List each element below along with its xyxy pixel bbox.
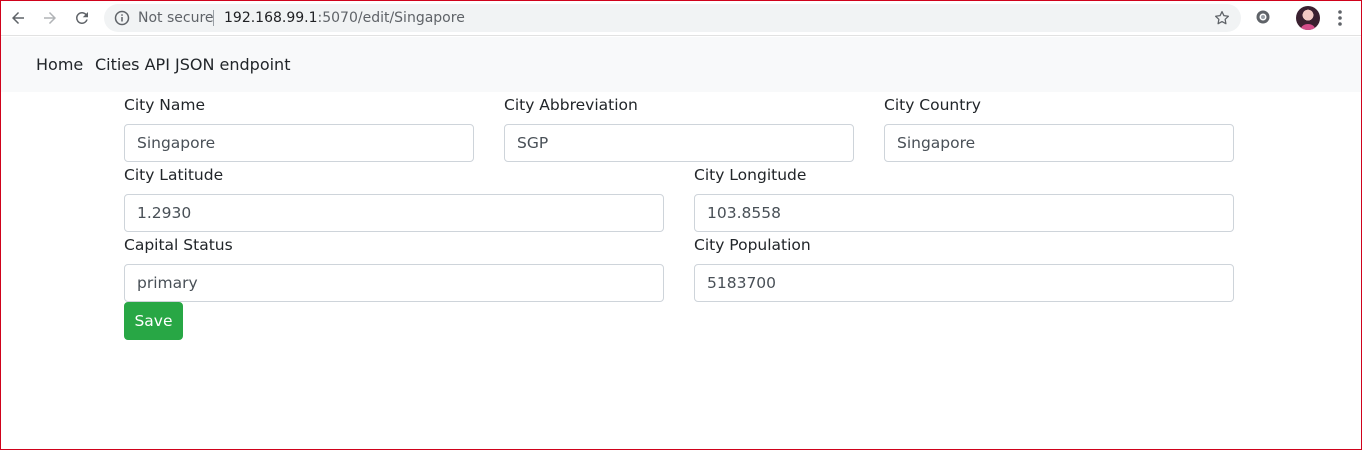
city-population-input[interactable] xyxy=(694,264,1234,302)
avatar[interactable] xyxy=(1296,6,1320,30)
url-host: 192.168.99.1 xyxy=(224,10,318,26)
address-bar[interactable]: Not secure 192.168.99.1:5070/edit/Singap… xyxy=(104,4,1241,32)
city-country-input[interactable] xyxy=(884,124,1234,162)
forward-arrow-icon[interactable] xyxy=(38,6,62,30)
info-icon[interactable] xyxy=(114,10,130,26)
nav-link-home[interactable]: Home xyxy=(36,55,83,75)
security-status-text: Not secure xyxy=(138,10,214,26)
capital-status-input[interactable] xyxy=(124,264,664,302)
save-button[interactable]: Save xyxy=(124,302,183,340)
reload-icon[interactable] xyxy=(70,6,94,30)
city-latitude-input[interactable] xyxy=(124,194,664,232)
url-text[interactable]: 192.168.99.1:5070/edit/Singapore xyxy=(224,10,465,26)
omnibox-divider xyxy=(213,10,214,26)
city-abbreviation-input[interactable] xyxy=(504,124,854,162)
city-longitude-input[interactable] xyxy=(694,194,1234,232)
extension-icon[interactable] xyxy=(1255,9,1271,25)
kebab-menu-icon[interactable] xyxy=(1332,8,1348,28)
city-longitude-label: City Longitude xyxy=(694,166,807,184)
capital-status-label: Capital Status xyxy=(124,236,233,254)
city-latitude-label: City Latitude xyxy=(124,166,224,184)
city-country-label: City Country xyxy=(884,96,981,114)
city-abbreviation-label: City Abbreviation xyxy=(504,96,638,114)
site-navbar: Home Cities API JSON endpoint xyxy=(0,37,1362,92)
browser-toolbar: Not secure 192.168.99.1:5070/edit/Singap… xyxy=(0,0,1362,36)
nav-link-cities-api[interactable]: Cities API JSON endpoint xyxy=(95,55,290,75)
url-path: :5070/edit/Singapore xyxy=(317,10,465,26)
city-name-input[interactable] xyxy=(124,124,474,162)
back-arrow-icon[interactable] xyxy=(6,6,30,30)
star-icon[interactable] xyxy=(1213,9,1231,27)
city-name-label: City Name xyxy=(124,96,206,114)
city-population-label: City Population xyxy=(694,236,811,254)
